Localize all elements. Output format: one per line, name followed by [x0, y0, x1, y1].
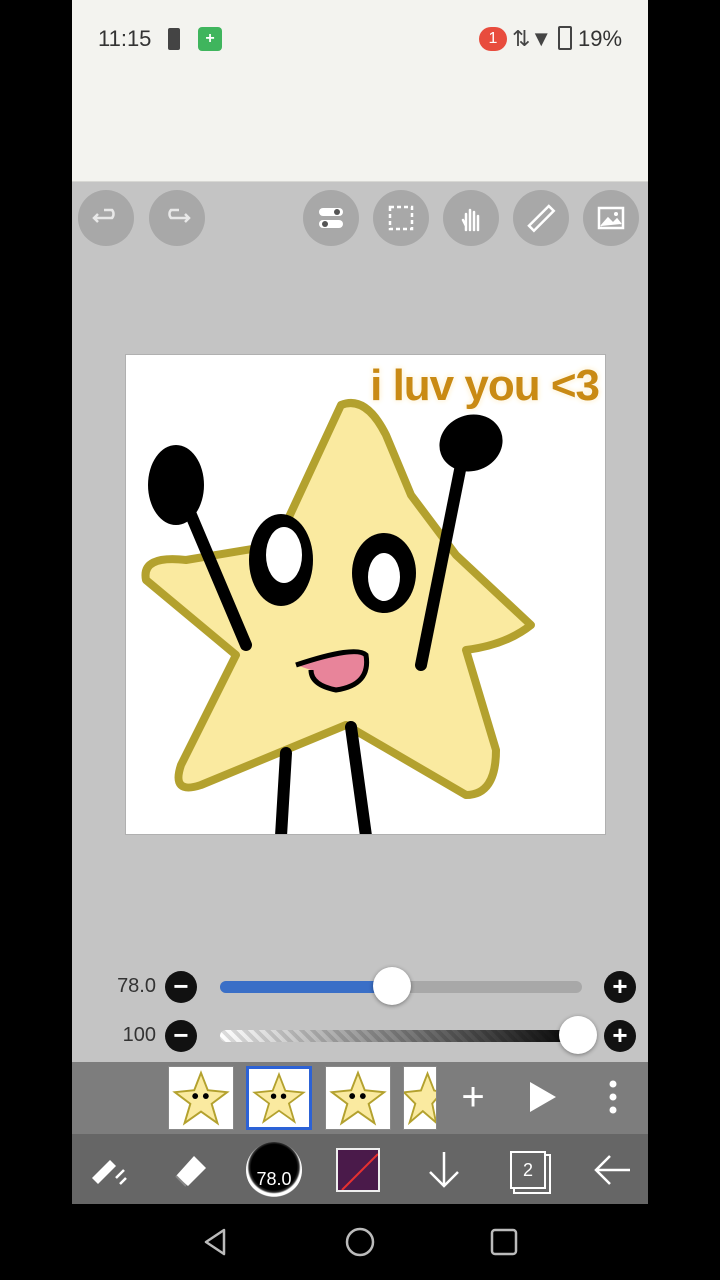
hand-tool-button[interactable] [443, 190, 499, 246]
slash-icon [341, 1153, 378, 1190]
nav-back-icon[interactable] [200, 1226, 232, 1258]
app-screen: 11:15 + 1 ⇅▼ 19% i luv you <3 78.0 − + 1… [0, 0, 720, 1280]
layers-button[interactable]: 2 [500, 1142, 556, 1198]
arrow-down-icon [429, 1152, 459, 1188]
star-character-drawing [141, 399, 535, 834]
ruler-icon [527, 204, 556, 233]
add-frame-button[interactable]: + [448, 1072, 498, 1122]
move-down-button[interactable] [416, 1142, 472, 1198]
sim-card-icon [168, 28, 180, 50]
frame-thumbnail[interactable] [168, 1066, 234, 1130]
color-picker-button[interactable] [330, 1142, 386, 1198]
selection-icon [388, 205, 414, 231]
nav-home-icon[interactable] [344, 1226, 376, 1258]
brush-size-increase-button[interactable]: + [604, 971, 636, 1003]
brush-size-value: 78.0 [117, 975, 156, 997]
brush-size-button[interactable]: 78.0 [246, 1142, 302, 1198]
undo-icon [92, 208, 115, 223]
star-thumbnail-image [252, 1071, 306, 1124]
brush-size-preview: 78.0 [246, 1142, 302, 1198]
system-navigation-bar [0, 1204, 720, 1280]
tool-toggle-button[interactable] [303, 190, 359, 246]
canvas-caption-text: i luv you <3 [370, 361, 600, 410]
opacity-increase-button[interactable]: + [604, 1020, 636, 1052]
current-color-swatch [336, 1148, 380, 1192]
brush-pen-icon [92, 1160, 127, 1185]
layer-count: 2 [510, 1151, 546, 1189]
notification-badge: 1 [479, 27, 507, 51]
redo-button[interactable] [149, 190, 205, 246]
star-thumbnail-image [329, 1070, 387, 1126]
play-icon [530, 1082, 556, 1112]
drawing-workspace: i luv you <3 78.0 − + 100 − + [72, 182, 648, 1062]
drawing-canvas[interactable]: i luv you <3 [125, 354, 606, 835]
star-thumbnail-image [404, 1070, 436, 1126]
opacity-value: 100 [122, 1024, 156, 1046]
hand-icon [461, 208, 480, 232]
security-shield-icon: + [198, 27, 222, 51]
ruler-button[interactable] [513, 190, 569, 246]
play-button[interactable] [516, 1072, 566, 1126]
eraser-icon [175, 1156, 206, 1187]
selection-button[interactable] [373, 190, 429, 246]
opacity-slider-thumb[interactable] [559, 1016, 597, 1054]
redo-icon [168, 208, 191, 223]
animation-frames-bar: + [72, 1062, 648, 1134]
image-icon [597, 206, 625, 230]
more-vertical-icon [609, 1080, 617, 1114]
image-button[interactable] [583, 190, 639, 246]
brush-tool-button[interactable] [80, 1142, 136, 1198]
status-bar: 11:15 + 1 ⇅▼ 19% [72, 0, 648, 182]
frames-menu-button[interactable] [588, 1072, 638, 1126]
bottom-toolbar: 78.0 2 [72, 1134, 648, 1204]
brush-size-slider-thumb[interactable] [372, 967, 411, 1005]
undo-button[interactable] [78, 190, 134, 246]
brush-size-decrease-button[interactable]: − [165, 971, 197, 1003]
wifi-signal-icon: ⇅▼ [512, 26, 553, 51]
clock: 11:15 [98, 26, 152, 51]
eraser-button[interactable] [162, 1142, 218, 1198]
back-button[interactable] [584, 1142, 640, 1198]
star-thumbnail-image [172, 1070, 230, 1126]
frame-thumbnail[interactable] [325, 1066, 391, 1130]
opacity-slider-row: 100 − + [72, 1014, 648, 1058]
toggle-icon [319, 208, 343, 228]
battery-icon [558, 26, 572, 50]
brush-size-slider-row: 78.0 − + [72, 965, 648, 1009]
frame-thumbnail-selected[interactable] [246, 1066, 312, 1130]
frame-thumbnail[interactable] [403, 1066, 437, 1130]
opacity-decrease-button[interactable]: − [165, 1020, 197, 1052]
arrow-left-icon [594, 1155, 630, 1185]
opacity-slider[interactable] [220, 1030, 582, 1042]
battery-percent: 19% [578, 26, 623, 51]
nav-recents-icon[interactable] [488, 1226, 520, 1258]
brush-size-slider-fill [220, 981, 392, 993]
